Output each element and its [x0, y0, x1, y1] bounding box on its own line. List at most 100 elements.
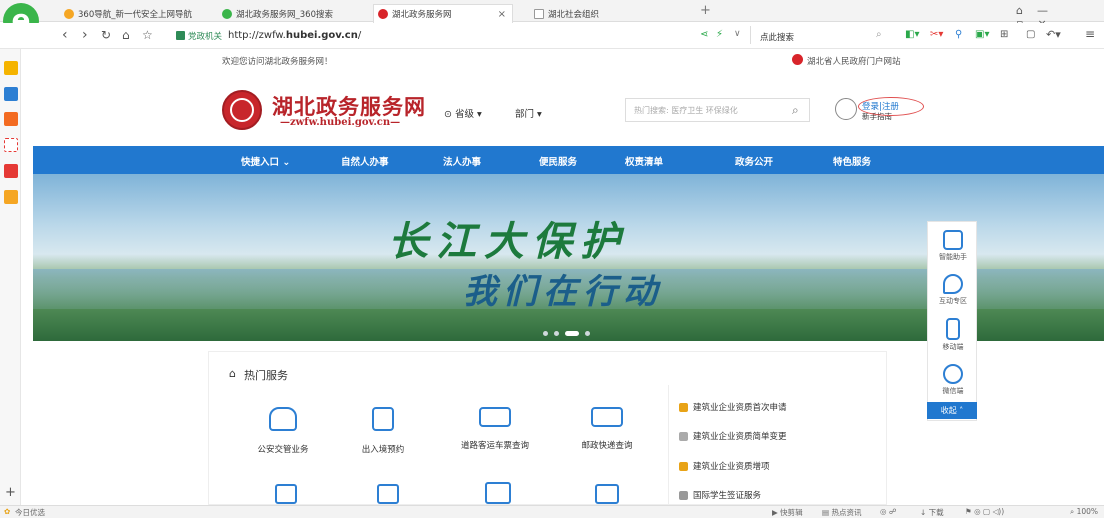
- scissors-icon[interactable]: ✂▾: [930, 29, 943, 40]
- chevron-down-icon[interactable]: ∨: [734, 29, 741, 39]
- carousel-dot[interactable]: [543, 331, 548, 336]
- gamepad-icon[interactable]: [4, 164, 18, 178]
- weibo-icon[interactable]: [4, 138, 18, 152]
- browser-status-bar: ✿ 今日优选 ▶ 快剪辑 ▤ 热点资讯 ◎ ☍ ↓ 下载 ⚑ ◎ ▢ ◁)) ⌕…: [0, 505, 1104, 518]
- car-icon: [269, 407, 297, 431]
- nav-gov-affairs[interactable]: 政务公开: [735, 154, 773, 168]
- eye-icon[interactable]: [4, 112, 18, 126]
- favorite-star-icon[interactable]: ☆: [142, 28, 153, 42]
- menu-icon[interactable]: ≡: [1085, 27, 1095, 41]
- search-box[interactable]: 点此搜索: [760, 31, 794, 43]
- service-exit-entry[interactable]: 出入境预约: [343, 407, 423, 455]
- portal-link[interactable]: 湖北省人民政府门户网站: [807, 55, 901, 67]
- ticket-icon: [479, 407, 511, 427]
- tab-360-search[interactable]: 湖北政务服务网_360搜索: [218, 5, 348, 22]
- document-icon[interactable]: [377, 484, 399, 504]
- download-button[interactable]: ↓ 下载: [920, 507, 944, 518]
- site-favicon-icon: [378, 9, 388, 19]
- minimize-button[interactable]: —: [1037, 4, 1062, 17]
- home-icon[interactable]: ⌂: [122, 28, 130, 42]
- hot-news-button[interactable]: ▤ 热点资讯: [822, 507, 861, 518]
- passport-icon: [372, 407, 394, 431]
- chevron-down-icon: ▾: [474, 109, 482, 120]
- envelope-heart-icon[interactable]: [485, 482, 511, 504]
- banner-subheadline: 我们在行动: [463, 272, 663, 312]
- chat-icon: [943, 274, 963, 294]
- divider: [750, 26, 751, 44]
- zoom-level[interactable]: ⌕ 100%: [1070, 507, 1098, 517]
- service-bus-ticket[interactable]: 道路客运车票查询: [455, 407, 535, 451]
- add-sidebar-item-icon[interactable]: +: [5, 485, 16, 500]
- province-select[interactable]: ⊙ 省级 ▾: [444, 106, 482, 120]
- today-picks-link[interactable]: 今日优选: [15, 507, 45, 518]
- smart-assistant-button[interactable]: 智能助手: [928, 230, 978, 262]
- nav-featured[interactable]: 特色服务: [833, 154, 871, 168]
- hot-list-item[interactable]: 建筑业企业资质增项: [679, 460, 770, 472]
- 360-search-icon: [222, 8, 232, 19]
- robot-icon: [943, 230, 963, 250]
- certificate-icon[interactable]: [595, 484, 619, 504]
- nav-individual[interactable]: 自然人办事: [341, 154, 389, 168]
- collapse-button[interactable]: 收起 ˄: [927, 402, 977, 419]
- nav-power-list[interactable]: 权责清单: [625, 154, 663, 168]
- site-search-box[interactable]: 热门搜索: 医疗卫生 环保绿化 ⌕: [625, 98, 810, 122]
- browser-status-icons: ◎ ☍: [880, 507, 897, 516]
- undo-icon[interactable]: ↶▾: [1046, 28, 1061, 41]
- rank-badge-icon: [679, 461, 688, 471]
- wechat-button[interactable]: 微信端: [928, 364, 978, 396]
- wechat-icon: [943, 364, 963, 384]
- site-logo-icon[interactable]: [222, 90, 262, 130]
- browser-tab-bar: 360导航_新一代安全上网导航 湖北政务服务网_360搜索 湖北政务服务网 × …: [0, 0, 1104, 30]
- hot-list-item[interactable]: 建筑业企业资质首次申请: [679, 401, 787, 413]
- search-icon[interactable]: ⌕: [792, 103, 799, 118]
- address-bar-row: ‹ › ↻ ⌂ ☆ 党政机关 http://zwfw.hubei.gov.cn/…: [0, 23, 1104, 49]
- carousel-dot[interactable]: [554, 331, 559, 336]
- bookmark-icon[interactable]: [4, 190, 18, 204]
- service-express[interactable]: 邮政快递查询: [567, 407, 647, 451]
- nav-corporate[interactable]: 法人办事: [443, 154, 481, 168]
- site-search-input[interactable]: 热门搜索: 医疗卫生 环保绿化: [634, 105, 738, 116]
- magnifier-icon[interactable]: ⚲: [955, 29, 962, 40]
- floating-side-panel: 智能助手 互动专区 移动端 微信端: [927, 221, 977, 421]
- building-icon[interactable]: [275, 484, 297, 504]
- hot-list-item[interactable]: 建筑业企业资质简单变更: [679, 430, 787, 442]
- sidebar-toggle-icon[interactable]: ▢: [1026, 29, 1035, 40]
- notes-icon[interactable]: [4, 87, 18, 101]
- new-tab-button[interactable]: +: [700, 3, 711, 18]
- quick-edit-button[interactable]: ▶ 快剪辑: [772, 507, 803, 518]
- department-select[interactable]: 部门 ▾: [515, 106, 542, 120]
- refresh-icon[interactable]: ↻: [101, 28, 111, 42]
- share-icon[interactable]: ⋖: [700, 29, 708, 40]
- interaction-button[interactable]: 互动专区: [928, 274, 978, 306]
- gov-badge-icon: [176, 31, 185, 40]
- search-icon[interactable]: ⌕: [876, 29, 882, 40]
- hot-services-panel: ⌂ 热门服务 公安交管业务 出入境预约 道路客运车票查询 邮政快递查询 建筑业企…: [208, 351, 887, 506]
- forward-icon[interactable]: ›: [82, 27, 88, 43]
- translate-icon[interactable]: ◧▾: [905, 29, 919, 40]
- mobile-phone-icon: [946, 318, 960, 340]
- tab-close-icon[interactable]: ×: [498, 9, 506, 20]
- favorites-icon[interactable]: [4, 61, 18, 75]
- tab-360-nav[interactable]: 360导航_新一代安全上网导航: [60, 5, 200, 22]
- house-icon: ⌂: [229, 367, 236, 380]
- rank-badge-icon: [679, 431, 688, 441]
- tab-hubei-social[interactable]: 湖北社会组织: [530, 5, 670, 22]
- mobile-button[interactable]: 移动端: [928, 318, 978, 352]
- welcome-text: 欢迎您访问湖北政务服务网！: [222, 57, 333, 67]
- back-icon[interactable]: ‹: [62, 27, 68, 43]
- skin-button[interactable]: ⌂: [1016, 4, 1037, 17]
- status-tool-icons: ⚑ ◎ ▢ ◁)): [965, 507, 1005, 516]
- carousel-dot-active[interactable]: [565, 331, 579, 336]
- apps-grid-icon[interactable]: ⊞: [1000, 29, 1008, 40]
- url-field[interactable]: http://zwfw.hubei.gov.cn/: [228, 30, 361, 41]
- carousel-dot[interactable]: [585, 331, 590, 336]
- game-icon[interactable]: ▣▾: [975, 29, 989, 40]
- service-traffic[interactable]: 公安交管业务: [243, 407, 323, 455]
- nav-quick-entry[interactable]: 快捷入口 ⌄: [241, 154, 290, 168]
- user-avatar-icon[interactable]: [835, 98, 857, 120]
- nav-convenience[interactable]: 便民服务: [539, 154, 577, 168]
- lightning-icon[interactable]: ⚡: [716, 29, 723, 40]
- banner-headline: 长江大保护: [388, 218, 628, 265]
- hot-list-item[interactable]: 国际学生签证服务: [679, 489, 761, 501]
- tab-hubei-zwfw[interactable]: 湖北政务服务网 ×: [373, 4, 513, 23]
